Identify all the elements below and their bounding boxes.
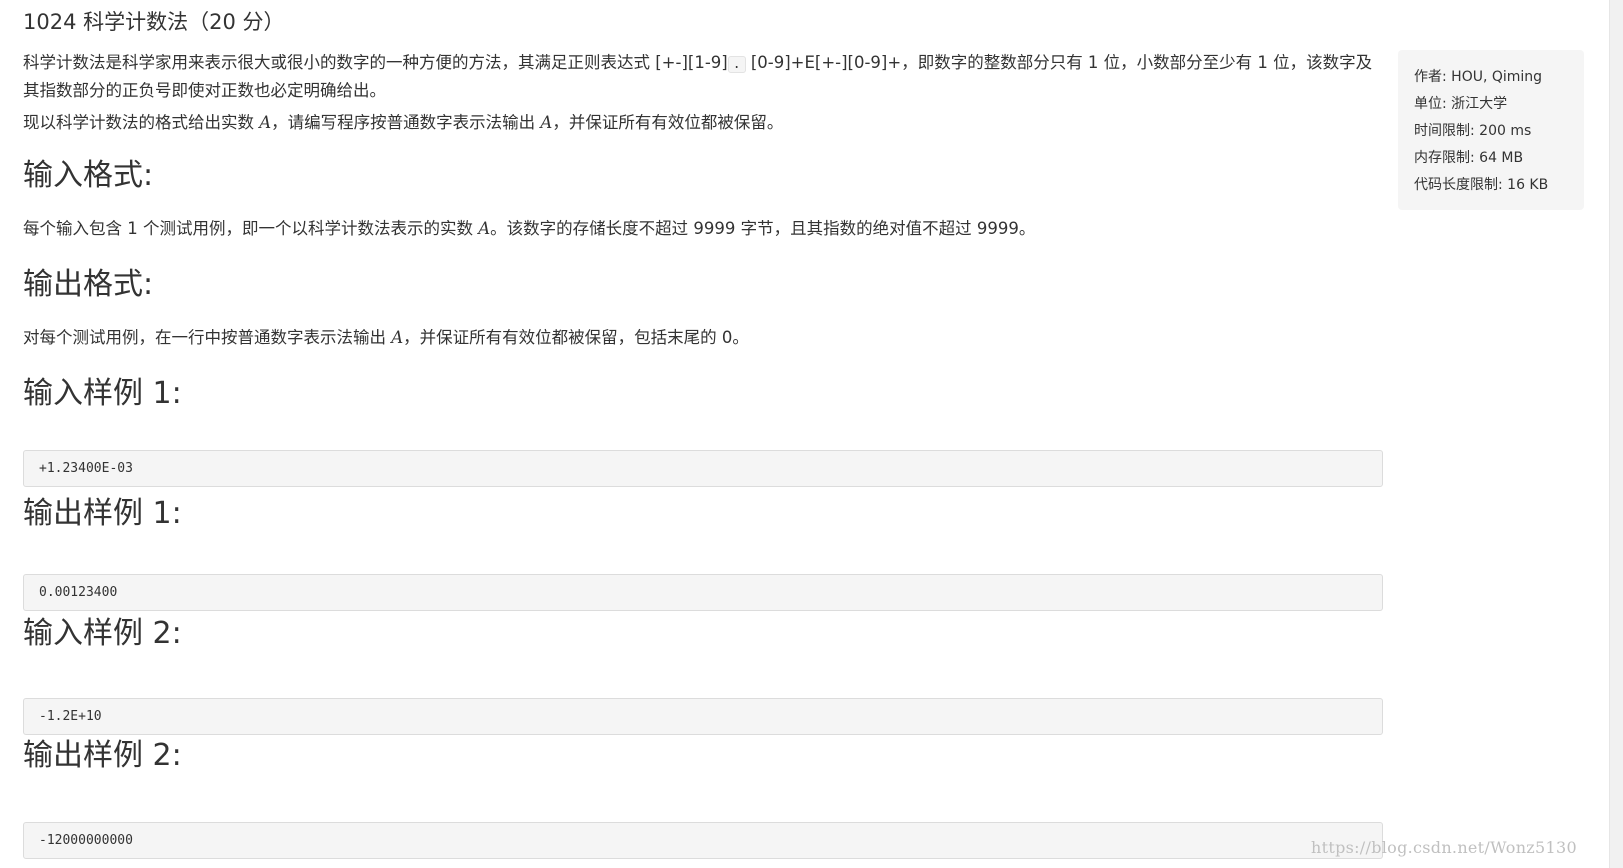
sample-input-2-code[interactable]: -1.2E+10 (23, 698, 1383, 735)
sample-input-1-code[interactable]: +1.23400E-03 (23, 450, 1383, 487)
input-format-part: 每个输入包含 1 个测试用例，即一个以科学计数法表示的实数 (23, 219, 479, 238)
problem-description: 科学计数法是科学家用来表示很大或很小的数字的一种方便的方法，其满足正则表达式 [… (23, 50, 1385, 104)
watermark: https://blog.csdn.net/Wonz5130 (1311, 838, 1577, 857)
math-var-a: A (540, 113, 553, 132)
math-var-a: A (259, 113, 272, 132)
vertical-scrollbar[interactable] (1609, 0, 1623, 868)
sample-output-2-code[interactable]: -12000000000 (23, 822, 1383, 859)
sample-input-2-heading: 输入样例 2: (23, 616, 182, 651)
task-text: ，请编写程序按普通数字表示法输出 (271, 113, 541, 132)
info-memory-limit: 内存限制: 64 MB (1414, 150, 1524, 166)
info-code-limit: 代码长度限制: 16 KB (1414, 177, 1549, 193)
problem-title: 1024 科学计数法（20 分） (23, 10, 285, 34)
output-format-text: 对每个测试用例，在一行中按普通数字表示法输出 A，并保证所有有效位都被保留，包括… (23, 325, 749, 351)
output-format-heading: 输出格式: (23, 267, 154, 302)
sample-output-1-heading: 输出样例 1: (23, 496, 182, 531)
sample-output-1-code[interactable]: 0.00123400 (23, 574, 1383, 611)
description-text: 科学计数法是科学家用来表示很大或很小的数字的一种方便的方法，其满足正则表达式 [… (23, 53, 728, 72)
math-var-a: A (391, 328, 404, 347)
info-unit: 单位: 浙江大学 (1414, 96, 1508, 112)
sample-input-1-heading: 输入样例 1: (23, 376, 182, 411)
problem-task: 现以科学计数法的格式给出实数 A，请编写程序按普通数字表示法输出 A，并保证所有… (23, 110, 783, 136)
info-author: 作者: HOU, Qiming (1414, 69, 1543, 85)
sample-output-2-heading: 输出样例 2: (23, 738, 182, 773)
task-text: ，并保证所有有效位都被保留。 (552, 113, 784, 132)
math-var-a: A (478, 219, 491, 238)
input-format-heading: 输入格式: (23, 158, 154, 193)
input-format-part: 。该数字的存储长度不超过 9999 字节，且其指数的绝对值不超过 9999。 (490, 219, 1036, 238)
output-format-part: ，并保证所有有效位都被保留，包括末尾的 0。 (403, 328, 749, 347)
inline-code-dot: . (727, 56, 746, 73)
output-format-part: 对每个测试用例，在一行中按普通数字表示法输出 (23, 328, 392, 347)
input-format-text: 每个输入包含 1 个测试用例，即一个以科学计数法表示的实数 A。该数字的存储长度… (23, 216, 1035, 242)
problem-info-panel: 作者: HOU, Qiming 单位: 浙江大学 时间限制: 200 ms 内存… (1398, 50, 1584, 210)
task-text: 现以科学计数法的格式给出实数 (23, 113, 260, 132)
info-time-limit: 时间限制: 200 ms (1414, 123, 1532, 139)
